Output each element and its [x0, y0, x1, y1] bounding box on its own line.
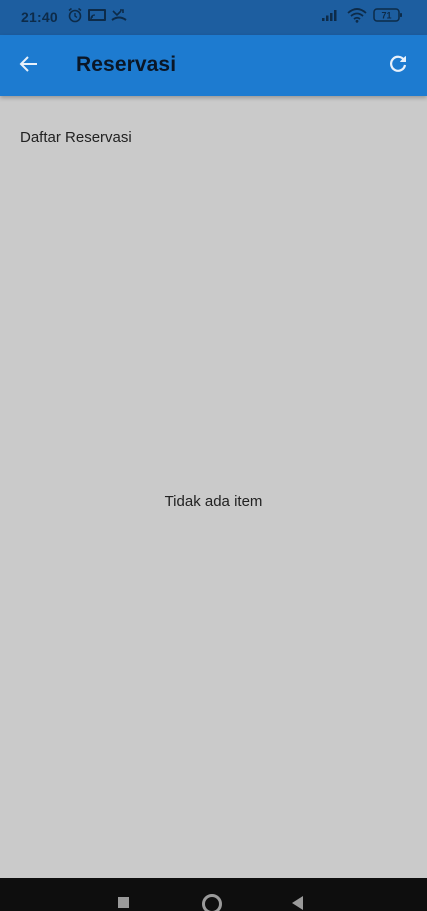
section-label: Daftar Reservasi: [20, 129, 132, 146]
status-icons-left: [67, 7, 127, 28]
arrow-back-icon: [18, 53, 40, 80]
battery-icon: 71: [373, 7, 403, 28]
app-bar: Reservasi: [0, 35, 427, 96]
page-title: Reservasi: [76, 53, 177, 76]
status-icons-right: 71: [321, 7, 403, 28]
screen: 21:40 71 Reservasi Daftar Reservasi Tida…: [0, 0, 427, 911]
alarm-icon: [67, 7, 83, 28]
system-nav-bar: [0, 878, 427, 911]
missed-call-icon: [111, 7, 127, 28]
home-icon[interactable]: [202, 894, 222, 911]
wifi-icon: [347, 7, 367, 28]
empty-state-message: Tidak ada item: [164, 493, 263, 510]
recents-icon[interactable]: [118, 897, 129, 908]
refresh-icon: [387, 53, 409, 80]
cast-icon: [87, 7, 107, 28]
refresh-button[interactable]: [385, 53, 411, 79]
back-triangle-icon[interactable]: [292, 896, 303, 910]
status-bar: 21:40 71: [0, 0, 427, 35]
battery-level: 71: [381, 10, 391, 20]
status-time: 21:40: [21, 9, 58, 25]
signal-icon: [321, 8, 341, 27]
back-button[interactable]: [16, 53, 42, 79]
